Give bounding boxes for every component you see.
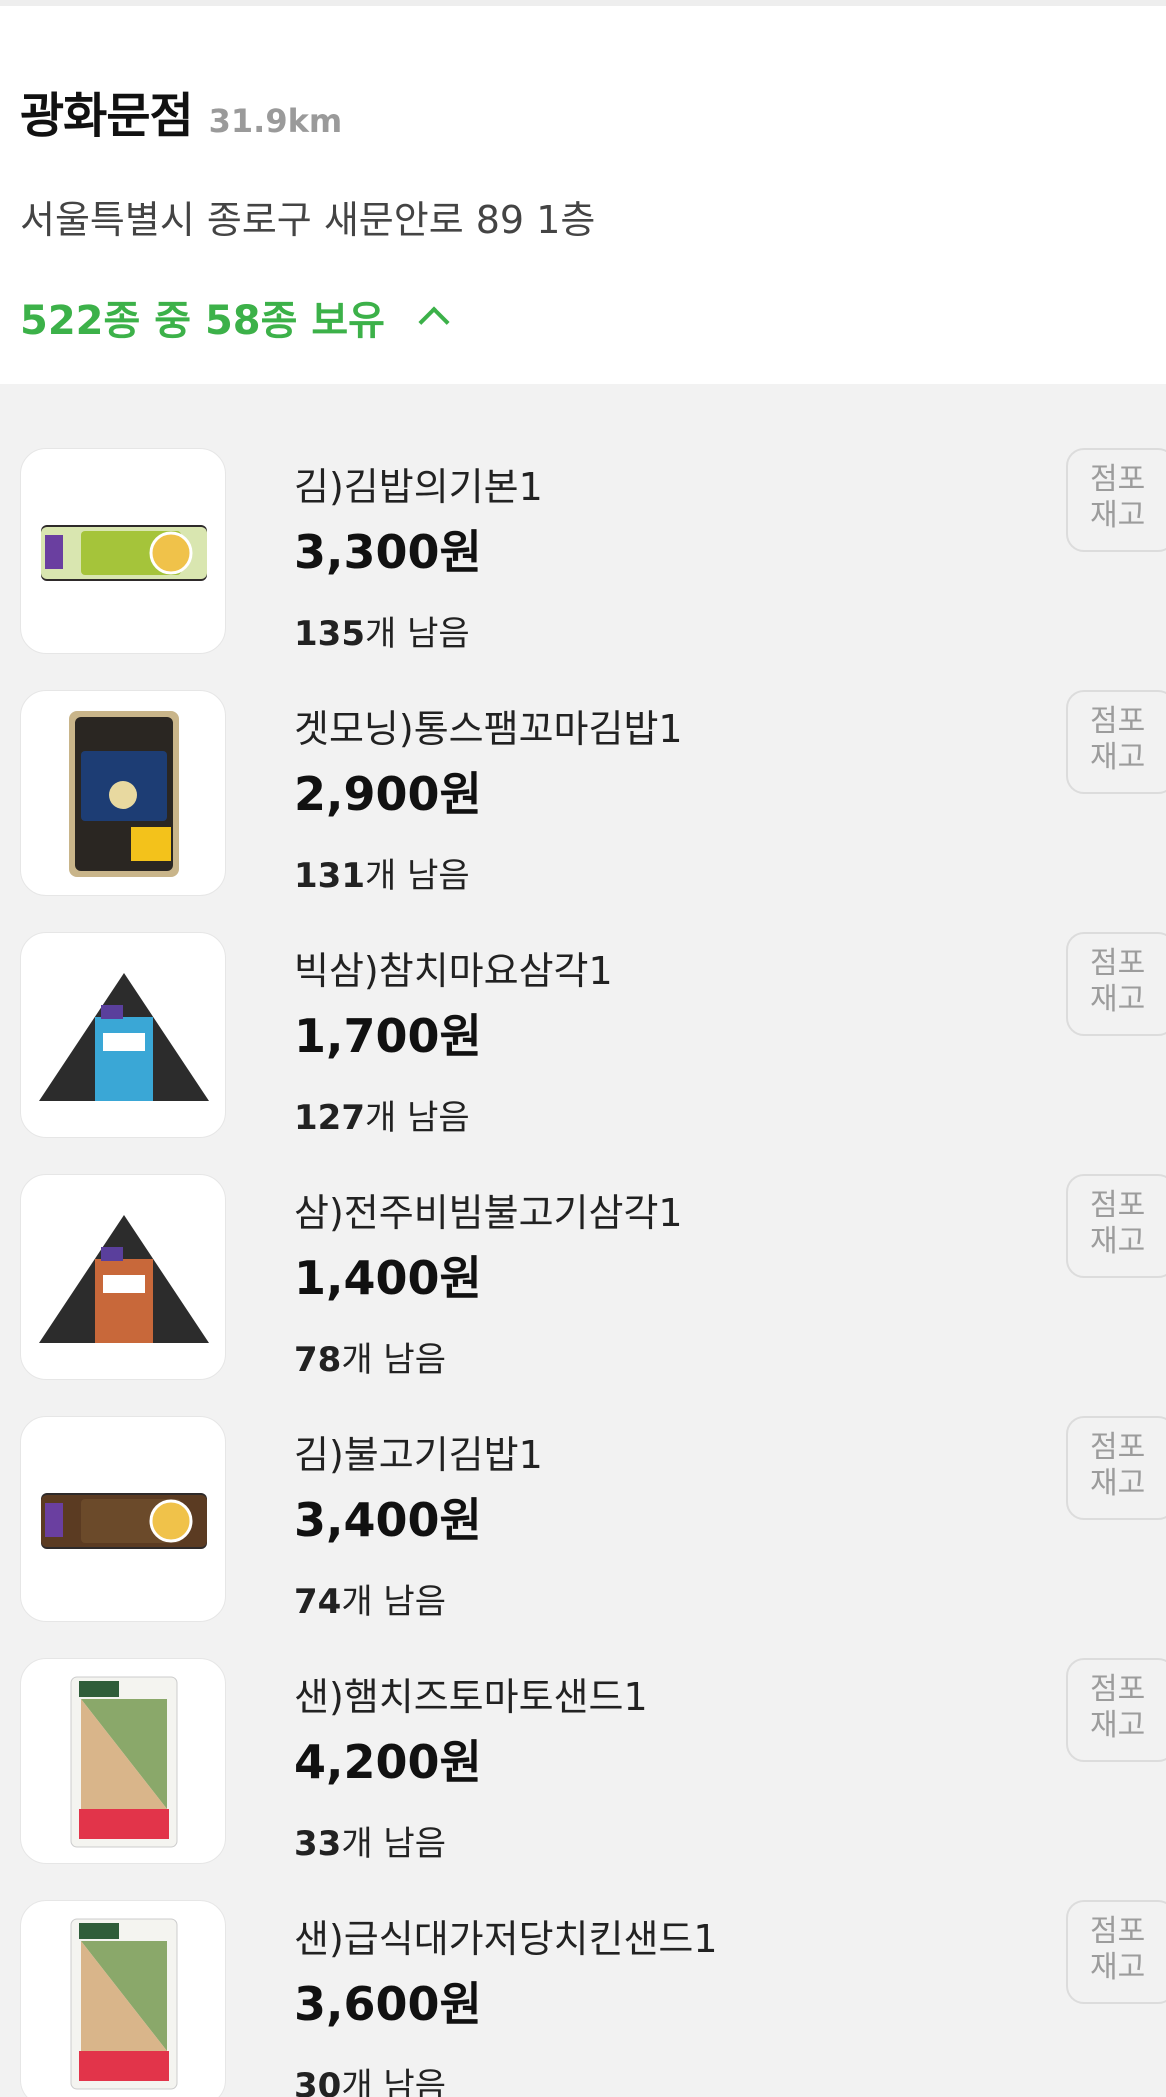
remaining-suffix: 개 남음 — [341, 2066, 446, 2097]
remaining-suffix: 개 남음 — [341, 1340, 446, 1380]
store-stock-button[interactable]: 점포 재고 — [1066, 448, 1166, 552]
product-image[interactable] — [20, 1174, 226, 1380]
product-name: 삼)전주비빔불고기삼각1 — [294, 1191, 683, 1235]
remaining-count: 131 — [294, 856, 365, 896]
stock-button-line2: 재고 — [1090, 1708, 1146, 1743]
store-title-row: 광화문점 31.9km — [20, 76, 1166, 146]
stock-button-line1: 점포 — [1090, 1188, 1146, 1223]
stock-button-line2: 재고 — [1090, 1224, 1146, 1259]
product-name: 김)김밥의기본1 — [294, 465, 543, 509]
stock-button-line1: 점포 — [1090, 1672, 1146, 1707]
list-item[interactable]: 김)불고기김밥1 3,400원 74개 남음 점포 재고 — [0, 1416, 1166, 1626]
store-stock-button[interactable]: 점포 재고 — [1066, 1658, 1166, 1762]
remaining-suffix: 개 남음 — [364, 856, 470, 896]
remaining-count: 33 — [294, 1824, 342, 1864]
list-item[interactable]: 겟모닝)통스팸꼬마김밥1 2,900원 131개 남음 점포 재고 — [0, 690, 1166, 900]
stock-button-line2: 재고 — [1090, 740, 1146, 775]
stock-button-line1: 점포 — [1090, 1430, 1146, 1465]
product-image[interactable] — [20, 1416, 226, 1622]
stock-button-line1: 점포 — [1090, 1914, 1146, 1949]
remaining-suffix: 개 남음 — [364, 1098, 470, 1138]
product-price: 4,200원 — [294, 1735, 482, 1789]
remaining-suffix: 개 남음 — [341, 1824, 446, 1864]
remaining-count: 74 — [294, 1582, 342, 1622]
store-distance: 31.9km — [208, 102, 343, 140]
store-stock-button[interactable]: 점포 재고 — [1066, 1900, 1166, 2004]
stock-button-line1: 점포 — [1090, 946, 1146, 981]
remaining-stock: 30개 남음 — [294, 2058, 446, 2097]
product-image[interactable] — [20, 1900, 226, 2097]
product-price: 3,300원 — [294, 525, 482, 579]
list-item[interactable]: 빅삼)참치마요삼각1 1,700원 127개 남음 점포 재고 — [0, 932, 1166, 1142]
product-name: 샌)햄치즈토마토샌드1 — [294, 1675, 648, 1719]
remaining-stock: 74개 남음 — [294, 1574, 446, 1623]
product-image[interactable] — [20, 690, 226, 896]
remaining-stock: 33개 남음 — [294, 1816, 446, 1865]
product-price: 1,700원 — [294, 1009, 482, 1063]
store-stock-button[interactable]: 점포 재고 — [1066, 1174, 1166, 1278]
stock-button-line1: 점포 — [1090, 704, 1146, 739]
product-image[interactable] — [20, 448, 226, 654]
remaining-stock: 131개 남음 — [294, 848, 470, 897]
product-name: 겟모닝)통스팸꼬마김밥1 — [294, 707, 683, 751]
stock-button-line2: 재고 — [1090, 498, 1146, 533]
product-price: 3,400원 — [294, 1493, 482, 1547]
product-image[interactable] — [20, 1658, 226, 1864]
remaining-suffix: 개 남음 — [364, 614, 470, 654]
stock-button-line2: 재고 — [1090, 1466, 1146, 1501]
product-price: 3,600원 — [294, 1977, 482, 2031]
stock-summary-label: 522종 중 58종 보유 — [20, 298, 385, 344]
list-item[interactable]: 샌)햄치즈토마토샌드1 4,200원 33개 남음 점포 재고 — [0, 1658, 1166, 1868]
remaining-count: 30 — [294, 2066, 342, 2097]
product-name: 빅삼)참치마요삼각1 — [294, 949, 613, 993]
store-stock-button[interactable]: 점포 재고 — [1066, 932, 1166, 1036]
store-stock-button[interactable]: 점포 재고 — [1066, 690, 1166, 794]
product-image[interactable] — [20, 932, 226, 1138]
remaining-count: 78 — [294, 1340, 342, 1380]
list-item[interactable]: 삼)전주비빔불고기삼각1 1,400원 78개 남음 점포 재고 — [0, 1174, 1166, 1384]
stock-button-line2: 재고 — [1090, 982, 1146, 1017]
stock-button-line2: 재고 — [1090, 1950, 1146, 1985]
store-address: 서울특별시 종로구 새문안로 89 1층 — [20, 198, 596, 242]
list-item[interactable]: 샌)급식대가저당치킨샌드1 3,600원 30개 남음 점포 재고 — [0, 1900, 1166, 2097]
remaining-count: 127 — [294, 1098, 365, 1138]
remaining-stock: 135개 남음 — [294, 606, 470, 655]
remaining-stock: 127개 남음 — [294, 1090, 470, 1139]
product-price: 1,400원 — [294, 1251, 482, 1305]
remaining-count: 135 — [294, 614, 365, 654]
product-name: 샌)급식대가저당치킨샌드1 — [294, 1917, 718, 1961]
stock-summary-toggle[interactable]: 522종 중 58종 보유 — [20, 288, 453, 346]
remaining-stock: 78개 남음 — [294, 1332, 446, 1381]
list-item[interactable]: 김)김밥의기본1 3,300원 135개 남음 점포 재고 — [0, 448, 1166, 658]
store-stock-button[interactable]: 점포 재고 — [1066, 1416, 1166, 1520]
remaining-suffix: 개 남음 — [341, 1582, 446, 1622]
store-name: 광화문점 — [20, 88, 194, 144]
product-name: 김)불고기김밥1 — [294, 1433, 543, 1477]
product-price: 2,900원 — [294, 767, 482, 821]
chevron-up-icon — [413, 297, 453, 337]
store-header: 광화문점 31.9km 서울특별시 종로구 새문안로 89 1층 522종 중 … — [0, 6, 1166, 384]
stock-button-line1: 점포 — [1090, 462, 1146, 497]
